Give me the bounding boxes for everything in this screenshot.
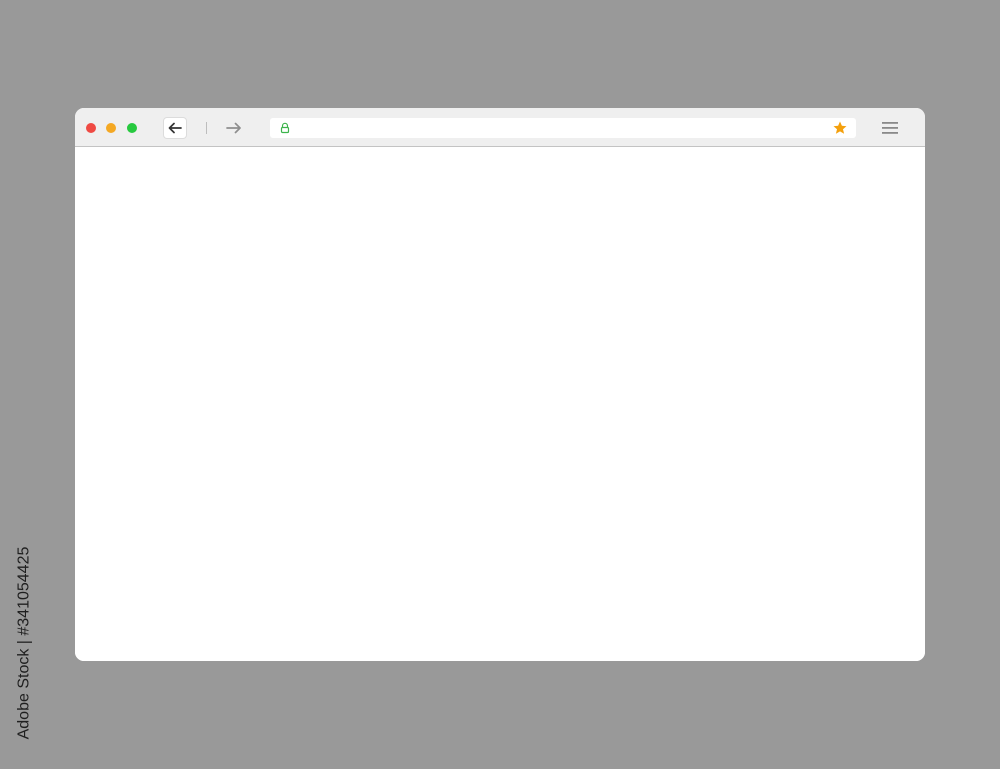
- page-content-area[interactable]: [75, 147, 925, 661]
- side-watermark-text: Adobe Stock | #341054425: [15, 546, 33, 740]
- browser-toolbar: [75, 108, 925, 147]
- minimize-window-button[interactable]: [106, 123, 116, 133]
- browser-window: [75, 108, 925, 661]
- maximize-window-button[interactable]: [127, 123, 137, 133]
- star-icon[interactable]: [832, 120, 848, 136]
- side-watermark: Adobe Stock | #341054425: [12, 532, 36, 754]
- address-bar[interactable]: [270, 118, 856, 138]
- hamburger-menu-icon[interactable]: [881, 120, 899, 136]
- close-window-button[interactable]: [86, 123, 96, 133]
- forward-button[interactable]: [223, 118, 245, 138]
- lock-icon: [280, 122, 290, 134]
- toolbar-divider: [206, 122, 207, 134]
- arrow-left-icon: [168, 122, 182, 134]
- arrow-right-icon: [226, 122, 241, 134]
- back-button[interactable]: [164, 118, 186, 138]
